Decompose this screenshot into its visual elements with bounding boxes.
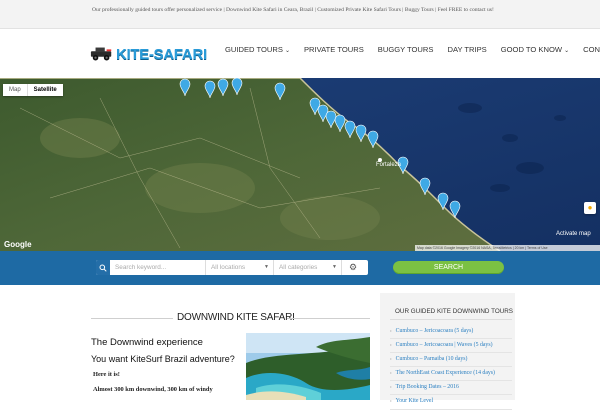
beach-photo: [246, 333, 370, 400]
nav-menu: GUIDED TOURS ⌄ PRIVATE TOURS BUGGY TOURS …: [225, 44, 600, 57]
nav-label: PRIVATE TOURS: [303, 45, 364, 54]
section-title: DOWNWIND KITE SAFARI: [91, 312, 370, 324]
tour-link[interactable]: Cumbuco – Jericoacoara (5 days): [396, 328, 474, 334]
list-item[interactable]: › Cumbuco – Parnaiba (10 days): [390, 353, 512, 368]
nav-label: GUIDED TOURS: [225, 45, 283, 54]
list-item[interactable]: › The NorthEast Coast Experience (14 days…: [390, 367, 512, 382]
chevron-right-icon: ›: [390, 399, 392, 405]
activate-map-link[interactable]: Activate map: [556, 231, 591, 237]
top-info-text: Our professionally guided tours offer pe…: [92, 7, 494, 13]
content-subheading: You want KiteSurf Brazil adventure?: [91, 354, 235, 364]
chevron-down-icon: ⌄: [564, 48, 570, 54]
nav-label: CONTACT: [583, 45, 600, 54]
tour-link[interactable]: Your Kite Level: [396, 398, 433, 404]
chevron-right-icon: ›: [390, 343, 392, 349]
content-heading: The Downwind experience: [91, 337, 203, 348]
main-navbar: KITE-SAFARI GUIDED TOURS ⌄ PRIVATE TOURS …: [0, 29, 600, 78]
nav-item-day-trips[interactable]: DAY TRIPS: [447, 44, 486, 57]
pegman-icon[interactable]: ●: [584, 202, 596, 214]
search-icon[interactable]: [96, 260, 110, 275]
nav-item-good-to-know[interactable]: GOOD TO KNOW ⌄: [501, 44, 569, 57]
tour-link[interactable]: Cumbuco – Parnaiba (10 days): [396, 356, 468, 362]
content-paragraph: Here it is!: [93, 371, 120, 378]
dropdown-arrow-icon: ▼: [332, 264, 337, 270]
tour-list: › Cumbuco – Jericoacoara (5 days) › Cumbuc…: [390, 325, 512, 410]
nav-item-buggy-tours[interactable]: BUGGY TOURS: [378, 44, 434, 57]
category-select[interactable]: All categories ▼: [274, 260, 342, 275]
keyword-input[interactable]: Search keyword...: [110, 260, 206, 275]
google-logo: Google: [4, 240, 32, 249]
page-title: DOWNWIND KITE SAFARI: [177, 312, 295, 323]
chevron-right-icon: ›: [390, 385, 392, 391]
divider: [390, 319, 512, 320]
top-info-bar: Our professionally guided tours offer pe…: [0, 0, 600, 29]
category-select-label: All categories: [279, 264, 318, 271]
content-paragraph: Almost 300 km downwind, 300 km of windy: [93, 386, 213, 393]
search-button[interactable]: SEARCH: [393, 261, 504, 274]
gear-icon[interactable]: ⚙: [342, 260, 364, 275]
map-type-control: Map Satellite: [3, 84, 63, 96]
tour-link[interactable]: Trip Booking Dates – 2016: [396, 384, 459, 390]
tour-map[interactable]: Fortaleza Map Satellite: [0, 78, 600, 251]
list-item[interactable]: › Trip Booking Dates – 2016: [390, 381, 512, 396]
chevron-right-icon: ›: [390, 329, 392, 334]
chevron-right-icon: ›: [390, 371, 392, 377]
search-bar: Search keyword... All locations ▼ All cat…: [0, 251, 600, 285]
list-item[interactable]: › Cumbuco – Jericoacoara (5 days): [390, 325, 512, 340]
sidebar-tours: OUR GUIDED KITE DOWNWIND TOURS › Cumbuco …: [380, 293, 515, 410]
chevron-right-icon: ›: [390, 357, 392, 363]
nav-item-private-tours[interactable]: PRIVATE TOURS: [304, 44, 364, 57]
search-box: Search keyword... All locations ▼ All cat…: [96, 260, 368, 275]
nav-item-guided-tours[interactable]: GUIDED TOURS ⌄: [225, 44, 290, 57]
nav-label: GOOD TO KNOW: [500, 45, 563, 54]
logo-text: KITE-SAFARI: [116, 45, 207, 63]
map-type-satellite-button[interactable]: Satellite: [26, 84, 63, 96]
tour-link[interactable]: Cumbuco – Jericoacoara | Waves (5 days): [396, 342, 493, 348]
nav-label: BUGGY TOURS: [377, 45, 434, 54]
location-select-label: All locations: [211, 264, 246, 271]
list-item[interactable]: › Cumbuco – Jericoacoara | Waves (5 days): [390, 339, 512, 354]
sidebar-title: OUR GUIDED KITE DOWNWIND TOURS: [395, 308, 514, 315]
nav-item-contact[interactable]: CONTACT: [583, 44, 600, 57]
location-select[interactable]: All locations ▼: [206, 260, 274, 275]
nav-label: DAY TRIPS: [447, 45, 487, 54]
dropdown-arrow-icon: ▼: [264, 264, 269, 270]
satellite-imagery: Fortaleza: [0, 78, 600, 251]
divider: [91, 318, 173, 319]
list-item[interactable]: › Your Kite Level: [390, 395, 512, 410]
jeep-icon: [90, 47, 112, 61]
tour-link[interactable]: The NorthEast Coast Experience (14 days): [396, 370, 495, 376]
city-label: Fortaleza: [376, 162, 402, 168]
main-content: DOWNWIND KITE SAFARI The Downwind experi…: [0, 285, 600, 410]
site-logo[interactable]: KITE-SAFARI: [90, 44, 207, 64]
map-type-map-button[interactable]: Map: [3, 84, 27, 96]
chevron-down-icon: ⌄: [284, 48, 290, 54]
divider: [287, 318, 370, 319]
